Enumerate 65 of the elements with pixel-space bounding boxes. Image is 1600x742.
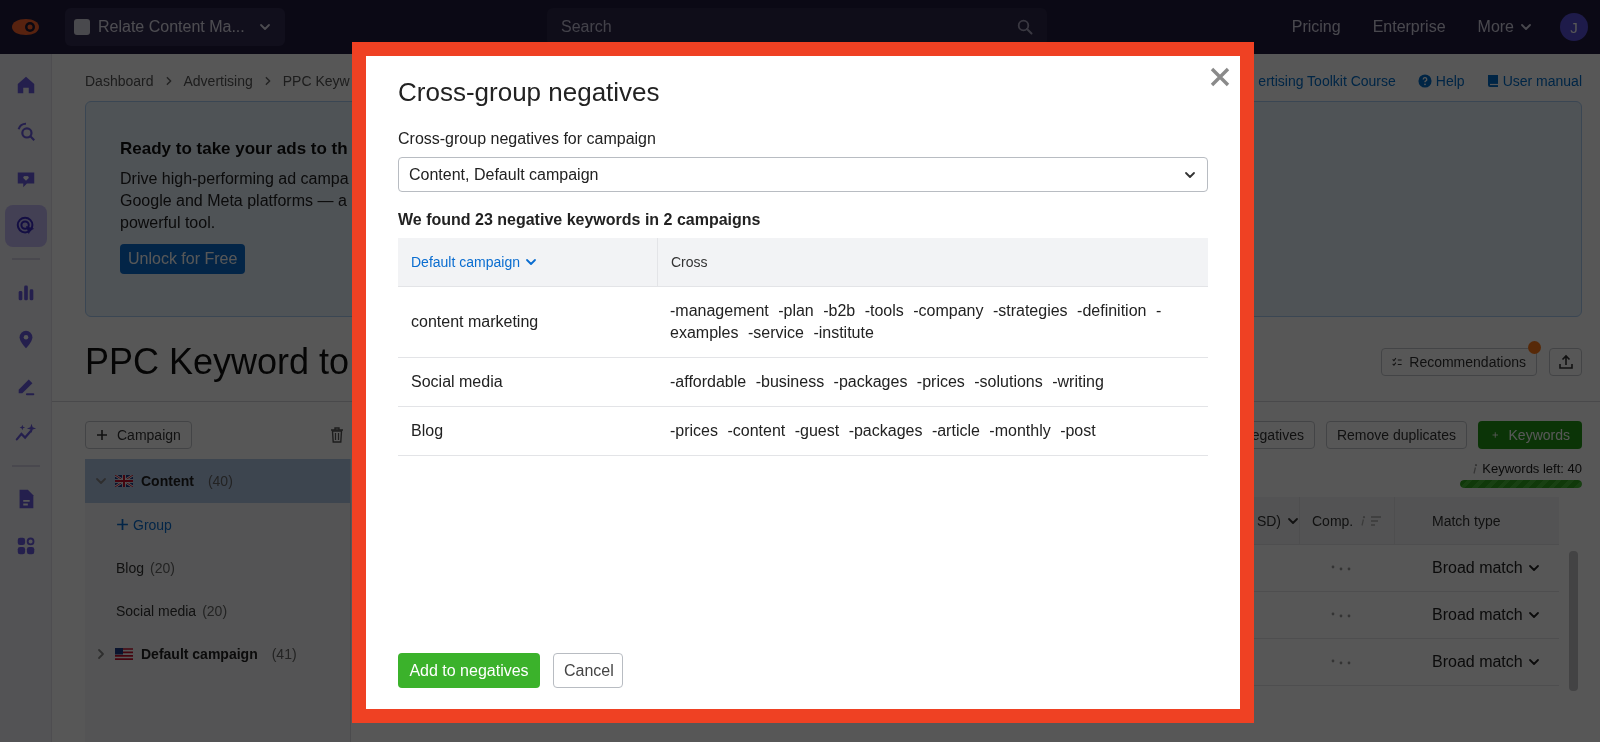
unlock-button[interactable]: Unlock for Free: [120, 244, 246, 274]
plus-icon: [116, 518, 129, 531]
negatives-cell-text: -management -plan -b2b -tools -company -strategies -definition -examples -service -institute: [669, 301, 1163, 343]
header-link[interactable]: ertising Toolkit Course: [1258, 73, 1396, 89]
header-link[interactable]: User manual: [1486, 73, 1582, 89]
column-header[interactable]: Match type: [1395, 497, 1559, 544]
column-header[interactable]: Default campaign: [398, 238, 657, 286]
match-type-dropdown[interactable]: Broad match: [1432, 606, 1540, 624]
header-link[interactable]: Help: [1417, 73, 1465, 89]
project-icon: [74, 19, 90, 35]
plus-icon: [1492, 429, 1499, 441]
page-title: PPC Keyword to: [85, 340, 350, 383]
match-type-dropdown[interactable]: Broad match: [1432, 653, 1540, 671]
chevron-icon: [95, 475, 107, 487]
recommendations-button[interactable]: Recommendations: [1381, 347, 1537, 376]
add-campaign-button[interactable]: Campaign: [85, 421, 192, 449]
info-icon: [1360, 515, 1367, 526]
negatives-cell-text: -prices -content -guest -packages -article -monthly -post: [669, 421, 1097, 441]
flag-icon: [115, 475, 133, 487]
column-header[interactable]: Comp.: [1300, 497, 1395, 544]
add-keywords-button[interactable]: Keywords: [1478, 421, 1582, 449]
banner-text: Drive high-performing ad campa: [120, 169, 349, 189]
breadcrumb-link[interactable]: Advertising: [183, 73, 253, 89]
banner-text: Google and Meta platforms — a: [120, 191, 347, 211]
dialog-title: Cross-group negatives: [398, 76, 661, 108]
column-header: Cross: [657, 238, 1208, 286]
upload-icon: [1557, 353, 1574, 370]
caret-icon: [524, 256, 537, 268]
match-type-dropdown[interactable]: Broad match: [1432, 559, 1540, 577]
chevron-icon: [95, 648, 107, 660]
caret-icon: [1527, 656, 1540, 668]
close-icon[interactable]: [1210, 67, 1230, 87]
group-cell-text: Blog: [410, 421, 445, 441]
caret-icon: [1527, 609, 1540, 621]
breadcrumb-link[interactable]: Dashboard: [85, 73, 154, 89]
campaign-select[interactable]: Content, Default campaign: [398, 157, 1208, 192]
toolbar-button[interactable]: Remove duplicates: [1325, 421, 1467, 449]
trash-icon[interactable]: [329, 427, 344, 443]
loading-dots-icon: [1330, 612, 1352, 618]
info-icon: [1472, 463, 1479, 474]
export-button[interactable]: [1549, 347, 1582, 376]
negatives-cell-text: -affordable -business -packages -prices -solutions -writing: [669, 372, 1105, 392]
help-icon: [1417, 74, 1432, 88]
summary-text: We found 23 negative keywords in 2 campaigns: [398, 211, 762, 229]
flag-icon: [115, 648, 133, 660]
field-label: Cross-group negatives for campaign: [398, 130, 657, 148]
plus-icon: [96, 429, 108, 441]
breadcrumb-link[interactable]: PPC Keyw: [282, 73, 350, 89]
book-icon: [1486, 74, 1499, 88]
caret-icon: [1527, 562, 1540, 574]
banner-title: Ready to take your ads to th: [120, 139, 348, 159]
group-cell-text: Social media: [410, 372, 504, 392]
add-to-negatives-button[interactable]: Add to negatives: [398, 653, 540, 688]
search-icon: [1017, 19, 1033, 35]
logo: [10, 17, 42, 37]
banner-text: powerful tool.: [120, 213, 216, 233]
add-group-link[interactable]: Group: [85, 503, 350, 546]
nav-item[interactable]: [4, 205, 47, 247]
loading-dots-icon: [1330, 659, 1352, 665]
target-cursor-icon[interactable]: [14, 215, 37, 237]
group-cell-text: content marketing: [410, 312, 540, 332]
cancel-button[interactable]: Cancel: [553, 653, 623, 688]
caret-icon: [258, 21, 271, 33]
keywords-left-label: Keywords left: 40: [1482, 461, 1582, 476]
loading-dots-icon: [1330, 565, 1352, 571]
